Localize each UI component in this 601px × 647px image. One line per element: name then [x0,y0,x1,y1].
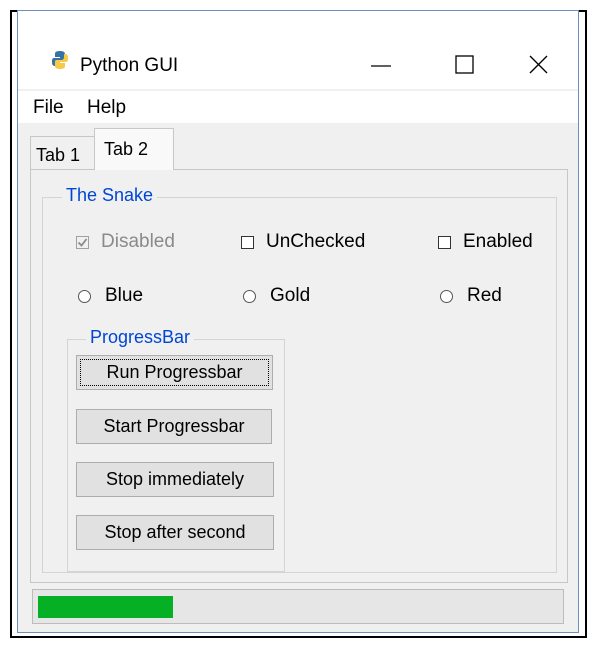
stop-after-second-button[interactable]: Stop after second [76,515,274,550]
title-bar[interactable]: Python GUI [18,11,578,89]
app-window: Python GUI File Help Tab 1 Tab 2 The Sna… [17,10,579,633]
minimize-icon[interactable] [361,47,405,83]
snake-group-title: The Snake [62,185,158,206]
radio-blue[interactable]: Blue [78,285,143,307]
radio-red-label[interactable]: Red [467,285,502,307]
progress-bar [32,589,564,624]
tab-2[interactable]: Tab 2 [94,128,174,170]
checkbox-icon[interactable] [241,235,254,249]
start-progressbar-button[interactable]: Start Progressbar [76,409,272,444]
window-title: Python GUI [80,55,179,76]
enabled-checkbox[interactable]: Enabled [438,231,533,253]
maximize-icon[interactable] [448,47,492,83]
radio-icon[interactable] [243,289,256,303]
enabled-checkbox-label[interactable]: Enabled [463,231,533,253]
run-progressbar-button[interactable]: Run Progressbar [76,355,273,390]
menu-help[interactable]: Help [87,97,126,119]
stop-immediately-button[interactable]: Stop immediately [76,462,274,497]
close-icon[interactable] [523,47,567,83]
checkbox-icon[interactable] [438,235,451,249]
progress-bar-fill [38,596,173,618]
menu-file[interactable]: File [33,97,64,119]
radio-icon[interactable] [78,289,91,303]
checkbox-checked-icon [76,235,89,249]
radio-blue-label[interactable]: Blue [105,285,143,307]
radio-gold[interactable]: Gold [243,285,310,307]
radio-icon[interactable] [440,289,453,303]
menu-bar: File Help [18,91,578,123]
disabled-checkbox-label: Disabled [101,231,175,252]
disabled-checkbox: Disabled [76,231,175,253]
unchecked-checkbox-label[interactable]: UnChecked [266,231,365,253]
radio-red[interactable]: Red [440,285,502,307]
tab-1[interactable]: Tab 1 [30,136,94,170]
radio-gold-label[interactable]: Gold [270,285,310,307]
python-icon [52,51,68,69]
progressbar-group-title: ProgressBar [86,327,195,348]
unchecked-checkbox[interactable]: UnChecked [241,231,365,253]
